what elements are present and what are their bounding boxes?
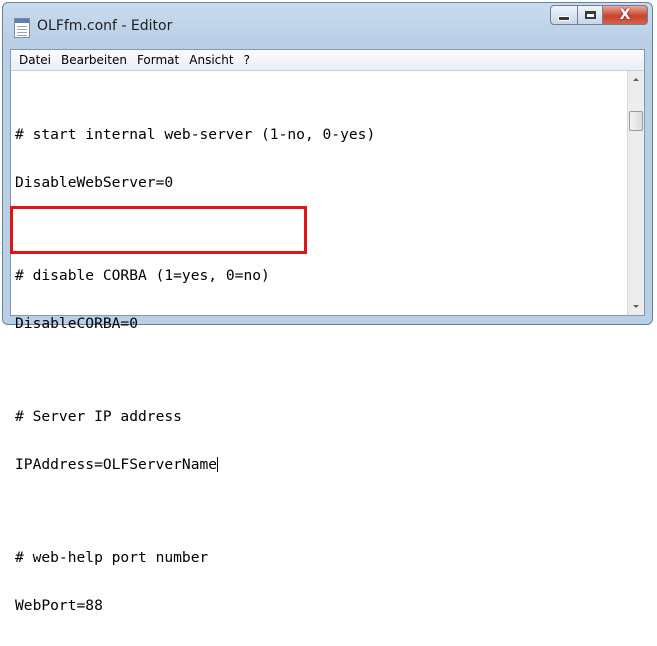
text-line: # Server IP address: [15, 408, 182, 425]
text-caret: [217, 457, 219, 472]
highlight-box: [10, 206, 307, 254]
window-title: OLFfm.conf - Editor: [37, 18, 173, 34]
caption-buttons: X: [550, 5, 648, 27]
text-line-blank: [15, 505, 375, 518]
text-line-with-caret: IPAddress=OLFServerName: [15, 457, 375, 473]
scroll-down-button[interactable]: [628, 298, 644, 315]
minimize-icon: [558, 15, 570, 21]
minimize-button[interactable]: [550, 5, 577, 25]
client-area: Datei Bearbeiten Format Ansicht ? # star…: [10, 49, 645, 614]
text-content: # start internal web-server (1-no, 0-yes…: [15, 95, 375, 646]
menu-help[interactable]: ?: [244, 53, 256, 67]
editor-window: OLFfm.conf - Editor X Datei Bearbeiten F…: [2, 2, 653, 614]
maximize-icon: [584, 11, 596, 19]
text-line: # disable CORBA (1=yes, 0=no): [15, 267, 270, 284]
menu-ansicht[interactable]: Ansicht: [189, 53, 239, 67]
chevron-up-icon: [633, 78, 639, 81]
close-button[interactable]: X: [603, 5, 648, 25]
text-line: IPAddress=OLFServerName: [15, 456, 218, 473]
title-bar[interactable]: OLFfm.conf - Editor X: [3, 3, 652, 49]
text-area[interactable]: # start internal web-server (1-no, 0-yes…: [11, 71, 627, 614]
notepad-icon[interactable]: [14, 18, 30, 38]
menu-format[interactable]: Format: [137, 53, 185, 67]
vertical-scrollbar[interactable]: [627, 71, 644, 315]
text-line: # web-help port number: [15, 549, 209, 566]
close-icon: X: [619, 7, 631, 23]
chevron-down-icon: [633, 305, 639, 308]
text-line: # start internal web-server (1-no, 0-yes…: [15, 126, 376, 143]
menu-datei[interactable]: Datei: [19, 53, 57, 67]
text-line: WebPort=88: [15, 597, 103, 614]
scroll-thumb[interactable]: [629, 111, 643, 131]
text-line: DisableWebServer=0: [15, 174, 174, 191]
menu-bar: Datei Bearbeiten Format Ansicht ?: [11, 50, 644, 71]
text-line: DisableCORBA=0: [15, 315, 139, 332]
maximize-button[interactable]: [577, 5, 603, 25]
text-line-blank: [15, 364, 375, 377]
menu-bearbeiten[interactable]: Bearbeiten: [61, 53, 133, 67]
scroll-up-button[interactable]: [628, 71, 644, 88]
